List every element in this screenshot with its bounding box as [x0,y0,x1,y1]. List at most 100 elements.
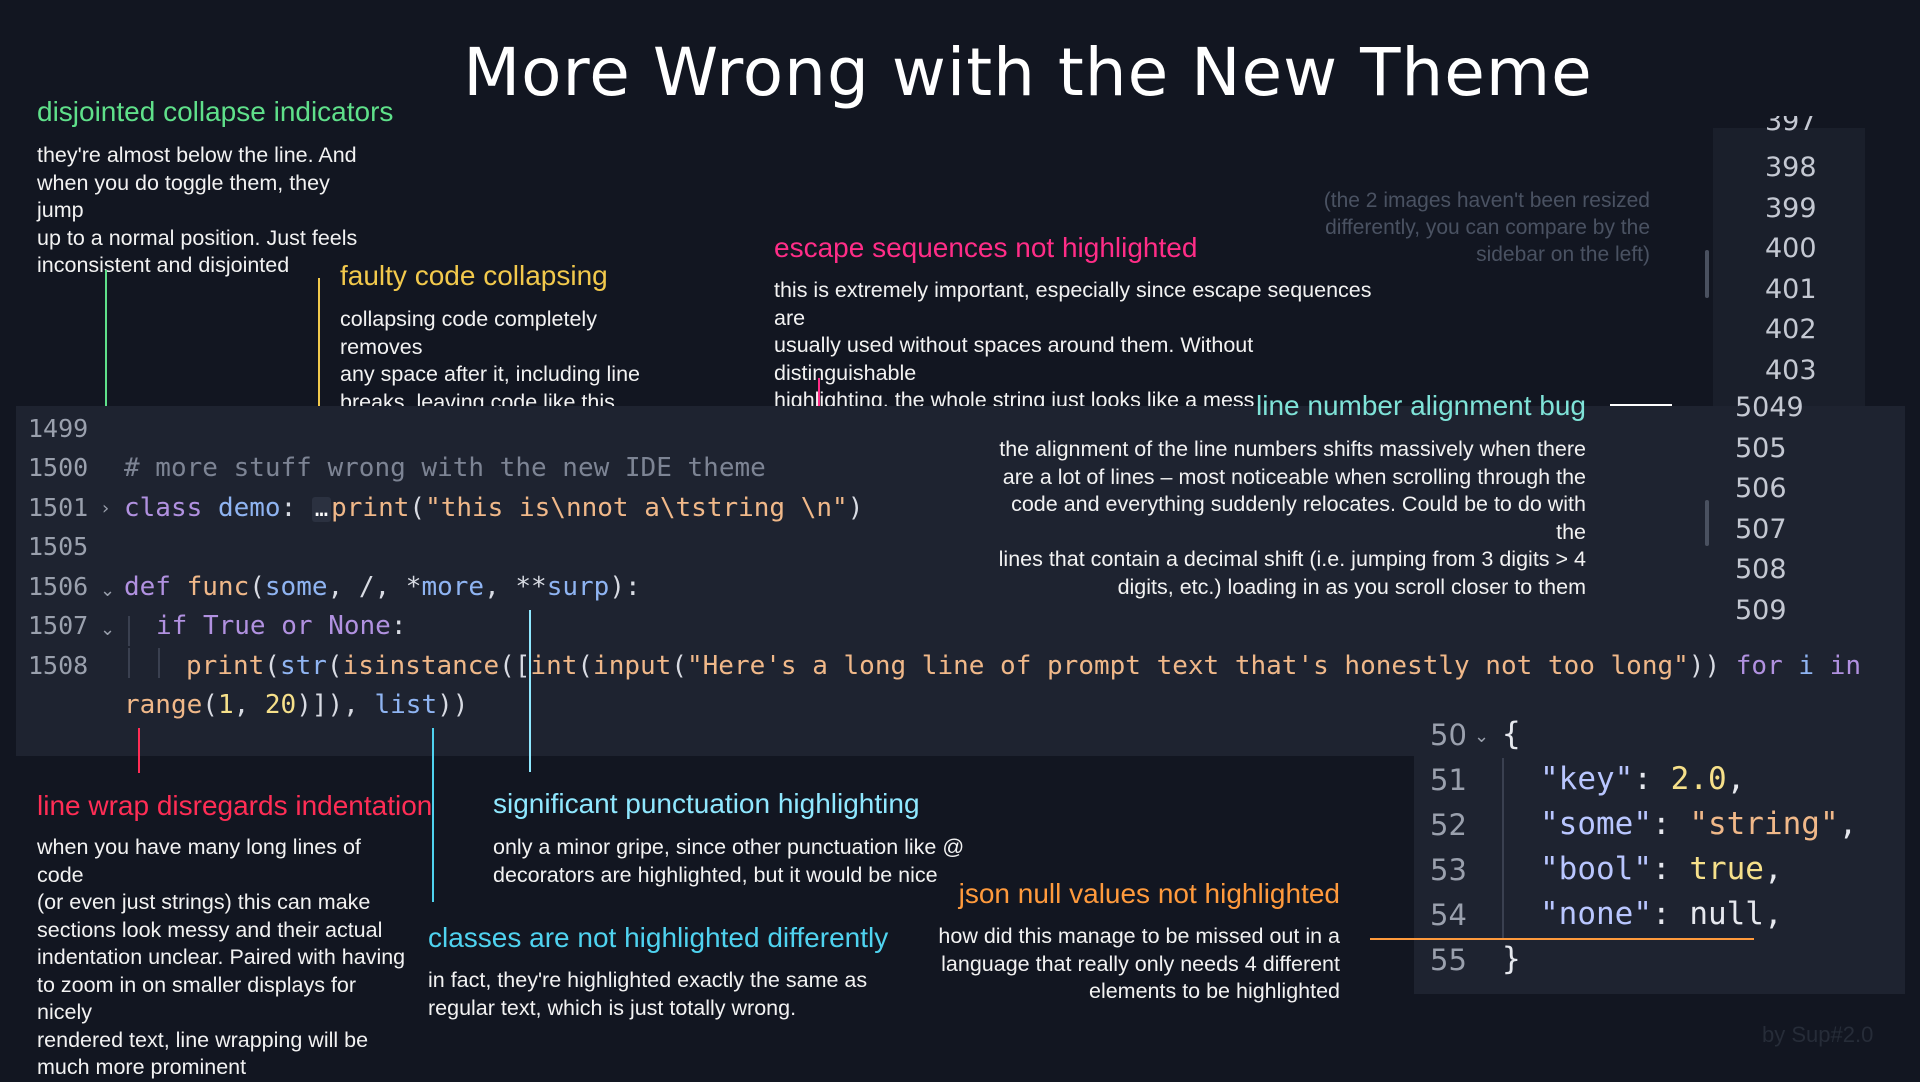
sidebar-numbers-top: 397 398 399 400 401 402 403 [1765,116,1845,406]
builtin: str [279,651,327,681]
indent-guide [128,648,130,678]
text-line: much more prominent [37,1055,247,1079]
json-number: 2.0 [1670,761,1727,797]
function-name: int [530,651,578,681]
keyword: if [156,611,188,641]
line-number: 403 [1765,355,1817,386]
parameter: surp [546,572,610,602]
line-number: 50 [1430,718,1467,752]
punctuation: : [280,493,297,523]
json-null-pointer [1370,938,1754,940]
chevron-right-icon[interactable]: › [102,498,109,519]
line-number: 1499 [28,414,89,443]
code-line-wrapped: range(1, 20)]), list)) [124,690,469,720]
json-null-heading: json null values not highlighted [958,878,1340,909]
comment: # more stuff wrong with the new IDE them… [124,453,766,483]
line-number: 509 [1735,595,1787,626]
line-number-alignment-heading: line number alignment bug [1256,390,1586,421]
json-key: "none" [1540,896,1652,932]
text-line: digits, etc.) loading in as you scroll c… [1117,574,1586,599]
text-line: (or even just strings) this can make [37,890,371,914]
indent-guide [158,648,160,678]
chevron-down-icon[interactable]: ⌄ [100,580,115,601]
json-string: "string" [1689,806,1839,842]
function-name: range [124,690,203,720]
code-line-class: class demo: … print("this is\nnot a\tstri… [124,493,864,523]
line-number: 52 [1430,808,1467,842]
class-name: demo [217,493,281,523]
string: "this is\nnot a\tstring \n" [425,493,848,523]
text-line: language that really only needs 4 differ… [941,951,1340,976]
punctuation: } [1502,941,1521,977]
text-line: rendered text, line wrapping will be [37,1027,369,1052]
line-wrap-heading: line wrap disregards indentation [37,790,433,821]
line-number: 402 [1765,314,1817,345]
watermark: by Sup#2.0 [1762,1022,1874,1047]
text-line: collapsing code completely removes [340,307,597,359]
text-line: the alignment of the line numbers shifts… [999,437,1586,461]
line-number: 506 [1735,473,1787,504]
collapse-indicators-text: they're almost below the line. And when … [37,142,377,280]
line-number: 508 [1735,554,1787,585]
code-line-comment: # more stuff wrong with the new IDE them… [124,453,766,483]
line-wrap-pointer [138,728,140,773]
collapse-indicators-heading: disjointed collapse indicators [37,96,394,127]
keyword: or [281,611,313,641]
line-number: 55 [1430,943,1467,977]
keyword: class [124,493,203,523]
line-number: 5049 [1735,396,1804,423]
text-line: usually used without spaces around them.… [774,333,1254,385]
escape-sequences-heading: escape sequences not highlighted [774,232,1198,263]
line-number: 400 [1765,233,1817,264]
json-null: null [1689,896,1764,932]
text-line: to zoom in on smaller displays for nicel… [37,972,357,1025]
line-number: 54 [1430,898,1467,932]
json-key: "some" [1540,806,1652,842]
line-number: 51 [1430,763,1467,797]
text-line: how did this manage to be missed out in … [938,924,1340,948]
line-number: 399 [1765,193,1817,224]
text-line: differently, you can compare by the [1325,216,1650,239]
line-number-alignment-pointer [1610,404,1672,406]
text-line: (the 2 images haven't been resized [1323,189,1650,212]
sidebar-numbers-bottom: 5049 505 506 507 508 509 [1735,396,1825,644]
chevron-down-icon[interactable]: ⌄ [100,619,115,640]
scrollbar-thumb[interactable] [1705,250,1709,298]
builtin: list [374,690,438,720]
json-key: "bool" [1540,851,1652,887]
line-number: 1500 [28,453,89,482]
scrollbar-thumb[interactable] [1705,500,1709,546]
classes-text: in fact, they're highlighted exactly the… [428,967,888,1022]
function-name: print [186,651,265,681]
collapsed-ellipsis-button[interactable]: … [311,497,332,522]
parameter: more [421,572,485,602]
text-line: sidebar on the left) [1476,243,1650,266]
parameter: some [264,572,328,602]
json-boolean: true [1689,851,1764,887]
line-number-alignment-text: the alignment of the line numbers shifts… [976,436,1586,601]
function-name: input [593,651,672,681]
line-number: 505 [1735,433,1787,464]
function-name: print [331,493,410,523]
line-number: 1505 [28,532,89,561]
text-line: in fact, they're highlighted exactly the… [428,968,868,992]
text-line: are a lot of lines – most noticeable whe… [1002,464,1586,489]
chevron-down-icon[interactable]: ⌄ [1474,726,1489,747]
punctuation-heading: significant punctuation highlighting [493,788,920,819]
classes-heading: classes are not highlighted differently [428,922,889,953]
code-line-print: print(str(isinstance([int(input("Here's … [186,651,1862,681]
constant: None [328,611,391,641]
text-line: only a minor gripe, since other punctuat… [493,835,965,859]
text-line: regular text, which is just totally wron… [428,995,797,1020]
number: 1 [217,690,234,720]
punctuation-pointer [529,610,531,772]
json-line: { [1502,716,1521,752]
text-line: lines that contain a decimal shift (i.e.… [998,547,1586,571]
json-key: "key" [1540,761,1634,797]
text-line: elements to be highlighted [1088,979,1340,1003]
string: "Here's a long line of prompt text that'… [686,651,1689,681]
variable: i [1798,651,1815,681]
text-line: indentation unclear. Paired with having [37,945,406,969]
json-line: "bool": true, [1540,851,1783,887]
text-line: when you do toggle them, they jump [37,170,330,223]
